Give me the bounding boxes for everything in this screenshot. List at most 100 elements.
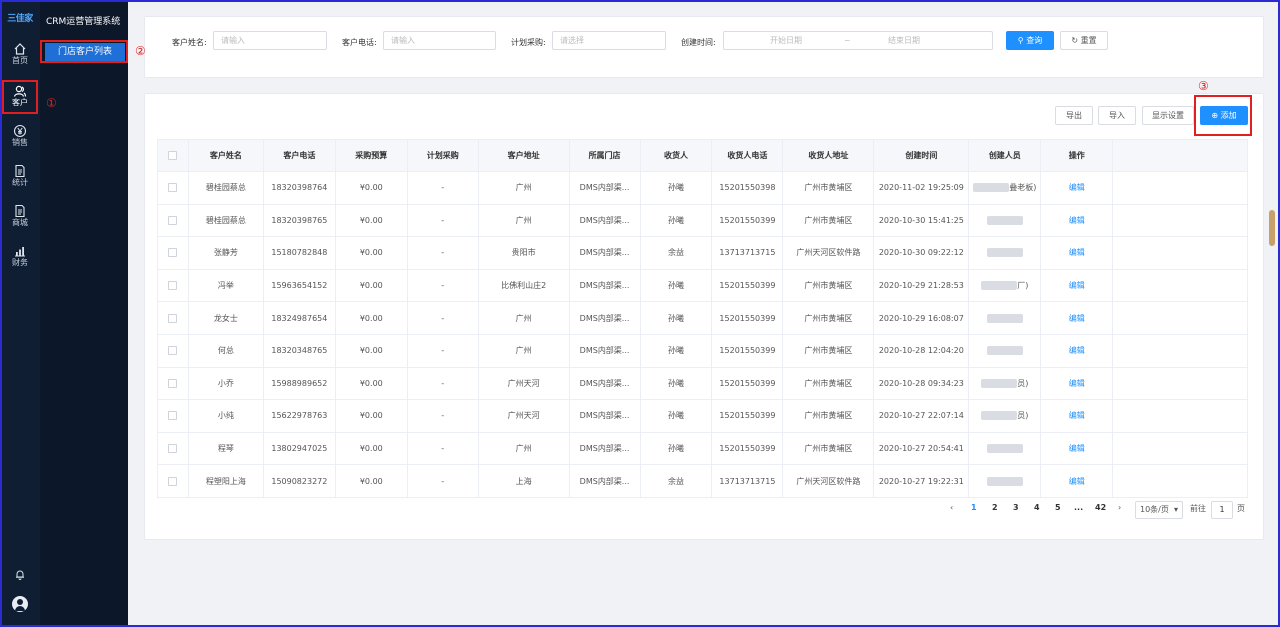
row-checkbox[interactable] <box>157 464 189 498</box>
goto-page-input[interactable]: 1 <box>1211 501 1233 519</box>
cell-budget: ¥0.00 <box>334 171 408 205</box>
table-row[interactable]: 碧桂园蔡总 18320398765 ¥0.00- 广州 DMS内部渠... 孙曦 15201… <box>157 203 1248 238</box>
rail-item-home[interactable]: 首页 <box>0 40 40 74</box>
import-button[interactable]: 导入 <box>1098 106 1136 125</box>
table-row[interactable]: 何总 18320348765 ¥0.00- 广州 DMS内部渠... 孙曦 15201550… <box>157 333 1248 368</box>
rail-item-sales[interactable]: 销售 <box>0 122 40 156</box>
page-ellipsis[interactable]: ... <box>1074 503 1083 512</box>
col-header: 所属门店 <box>568 139 641 172</box>
chevron-down-icon: ▾ <box>1173 505 1178 514</box>
table-row[interactable]: 程塑阳上海 15090823272 ¥0.00- 上海 DMS内部渠... 余益 13713… <box>157 464 1248 498</box>
table-row[interactable]: 程琴 13802947025 ¥0.00- 广州 DMS内部渠... 孙曦 15201550… <box>157 431 1248 466</box>
customer-table: 客户姓名 客户电话 采购预算 计划采购 客户地址 所属门店 收货人 收货人电话 … <box>157 139 1248 498</box>
table-row[interactable]: 龙女士 18324987654 ¥0.00- 广州 DMS内部渠... 孙曦 1520155… <box>157 301 1248 335</box>
range-separator: ~ <box>844 36 851 45</box>
select-all-checkbox[interactable] <box>157 139 189 172</box>
cell-address: 比佛利山庄2 <box>477 268 570 303</box>
edit-link[interactable]: 编辑 <box>1069 314 1085 323</box>
cell-created: 2020-10-30 15:41:25 <box>873 203 970 238</box>
col-header: 客户电话 <box>262 139 336 172</box>
bell-icon[interactable] <box>13 569 27 583</box>
row-checkbox[interactable] <box>157 171 189 205</box>
page-4[interactable]: 4 <box>1034 503 1040 512</box>
rail-label-stats: 统计 <box>12 178 28 187</box>
rail-item-stats[interactable]: 统计 <box>0 162 40 196</box>
edit-link[interactable]: 编辑 <box>1069 281 1085 290</box>
customer-name-input[interactable] <box>213 31 327 50</box>
page-size-select[interactable]: 10条/页 ▾ <box>1135 501 1183 519</box>
cell-address: 广州 <box>477 333 570 368</box>
query-button[interactable]: ⚲ 查询 <box>1006 31 1054 50</box>
cell-empty <box>1112 399 1248 433</box>
cell-creator <box>968 333 1042 368</box>
row-checkbox[interactable] <box>157 236 189 270</box>
cell-empty <box>1112 464 1248 498</box>
cell-receiver: 孙曦 <box>639 301 713 335</box>
page-1[interactable]: 1 <box>971 503 977 512</box>
row-checkbox[interactable] <box>157 366 189 401</box>
cell-budget: ¥0.00 <box>334 366 408 401</box>
redacted-blur <box>981 378 1018 388</box>
cell-address: 广州 <box>477 301 570 335</box>
cell-action: 编辑 <box>1040 431 1114 466</box>
rail-label-sales: 销售 <box>12 138 28 147</box>
plan-purchase-select[interactable] <box>552 31 666 50</box>
edit-link[interactable]: 编辑 <box>1069 379 1085 388</box>
app-logo: 三佳家 <box>7 14 33 24</box>
table-row[interactable]: 小乔 15988989652 ¥0.00- 广州天河 DMS内部渠... 孙曦 152015… <box>157 366 1248 401</box>
page-3[interactable]: 3 <box>1013 503 1019 512</box>
cell-receiver-phone: 15201550398 <box>711 171 784 205</box>
cell-address: 广州 <box>477 171 570 205</box>
row-checkbox[interactable] <box>157 301 189 335</box>
edit-link[interactable]: 编辑 <box>1069 216 1085 225</box>
page-2[interactable]: 2 <box>992 503 998 512</box>
cell-created: 2020-10-27 20:54:41 <box>873 431 970 466</box>
prev-page-icon[interactable]: ‹ <box>950 503 953 512</box>
cell-budget: ¥0.00 <box>334 399 408 433</box>
customer-phone-input[interactable] <box>383 31 496 50</box>
edit-link[interactable]: 编辑 <box>1069 346 1085 355</box>
edit-link[interactable]: 编辑 <box>1069 477 1085 486</box>
row-checkbox[interactable] <box>157 268 189 303</box>
cell-creator <box>968 203 1042 238</box>
edit-link[interactable]: 编辑 <box>1069 248 1085 257</box>
table-row[interactable]: 冯举 15963654152 ¥0.00- 比佛利山庄2 DMS内部渠... 孙曦 1520… <box>157 268 1248 303</box>
cell-creator <box>968 301 1042 335</box>
cell-store: DMS内部渠... <box>568 301 641 335</box>
cell-receiver: 余益 <box>639 464 713 498</box>
col-header: 客户姓名 <box>187 139 264 172</box>
edit-link[interactable]: 编辑 <box>1069 444 1085 453</box>
cell-receiver: 余益 <box>639 236 713 270</box>
end-date-placeholder: 结束日期 <box>888 36 920 45</box>
table-row[interactable]: 小纯 15622978763 ¥0.00- 广州天河 DMS内部渠... 孙曦 152015… <box>157 399 1248 433</box>
reset-button[interactable]: ↻ 重置 <box>1060 31 1108 50</box>
user-avatar-icon[interactable] <box>12 596 28 612</box>
row-checkbox[interactable] <box>157 203 189 238</box>
created-date-range[interactable]: 开始日期 ~ 结束日期 <box>723 31 993 50</box>
cell-created: 2020-10-27 22:07:14 <box>873 399 970 433</box>
row-checkbox[interactable] <box>157 399 189 433</box>
rail-item-finance[interactable]: 财务 <box>0 242 40 276</box>
cell-budget: ¥0.00 <box>334 301 408 335</box>
export-button[interactable]: 导出 <box>1055 106 1093 125</box>
col-header-empty <box>1112 139 1248 172</box>
row-checkbox[interactable] <box>157 333 189 368</box>
cell-store: DMS内部渠... <box>568 431 641 466</box>
table-row[interactable]: 碧桂园蔡总 18320398764 ¥0.00- 广州 DMS内部渠... 孙曦 15201… <box>157 171 1248 205</box>
scrollbar-thumb[interactable] <box>1269 210 1275 246</box>
rail-item-mall[interactable]: 商城 <box>0 202 40 236</box>
annotation-marker-3: ③ <box>1198 79 1209 93</box>
cell-phone: 18320398764 <box>262 171 336 205</box>
cell-store: DMS内部渠... <box>568 236 641 270</box>
page-last[interactable]: 42 <box>1095 503 1106 512</box>
cell-address: 上海 <box>477 464 570 498</box>
edit-link[interactable]: 编辑 <box>1069 411 1085 420</box>
display-settings-button[interactable]: 显示设置 <box>1142 106 1194 125</box>
edit-link[interactable]: 编辑 <box>1069 183 1085 192</box>
page-5[interactable]: 5 <box>1055 503 1061 512</box>
table-row[interactable]: 张静芳 15180782848 ¥0.00- 贵阳市 DMS内部渠... 余益 137137… <box>157 236 1248 270</box>
row-checkbox[interactable] <box>157 431 189 466</box>
bar-chart-icon <box>15 247 25 257</box>
cell-receiver-address: 广州市黄埔区 <box>782 399 875 433</box>
next-page-icon[interactable]: › <box>1118 503 1121 512</box>
